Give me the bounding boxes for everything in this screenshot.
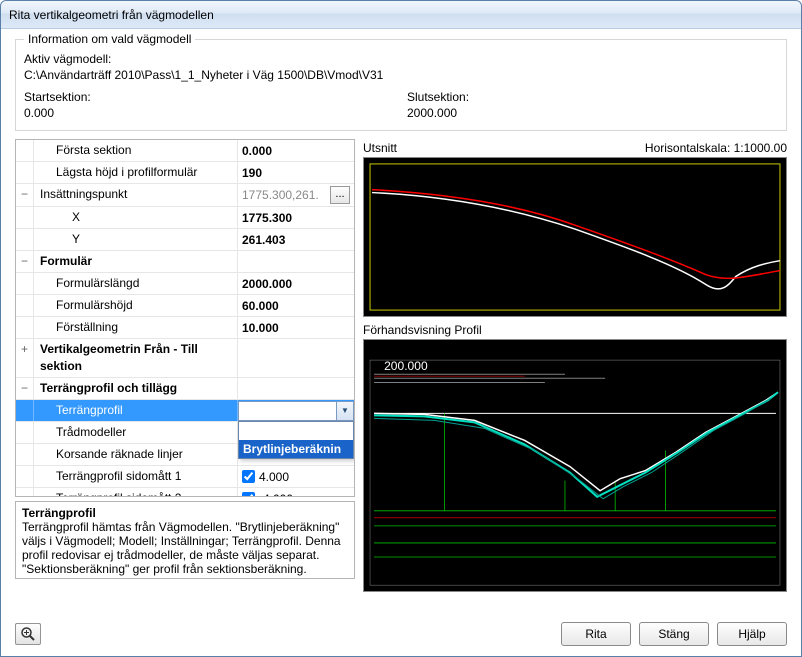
insert-point-label: Insättningspunkt (34, 184, 238, 206)
insert-point-expander[interactable]: − (16, 184, 34, 206)
active-model-label: Aktiv vägmodell: (24, 52, 778, 66)
help-button[interactable]: Hjälp (717, 622, 787, 646)
x-label: X (34, 207, 238, 228)
lowest-height-value[interactable]: 190 (238, 162, 354, 183)
preview-title: Förhandsvisning Profil (363, 323, 482, 337)
terrain-expander[interactable]: − (16, 378, 34, 399)
side2-checkbox[interactable] (242, 492, 255, 497)
info-legend: Information om vald vägmodell (24, 32, 195, 46)
startsektion-label: Startsektion: (24, 90, 395, 104)
combo-selected-text: Brytlinjeberäk (239, 402, 336, 420)
distortion-value[interactable]: 10.000 (238, 317, 354, 338)
chevron-down-icon[interactable]: ▼ (336, 402, 353, 420)
form-expander[interactable]: − (16, 251, 34, 272)
x-value[interactable]: 1775.300 (238, 207, 354, 228)
window-title: Rita vertikalgeometri från vägmodellen (9, 8, 793, 22)
form-length-label: Formulärslängd (34, 273, 238, 294)
side2-label: Terrängprofil sidomått 2 (34, 488, 238, 497)
insert-point-value[interactable]: 1775.300,261.... (238, 184, 354, 206)
vert-expander[interactable]: + (16, 339, 34, 377)
magnifier-icon (20, 626, 36, 642)
utsnitt-title: Utsnitt (363, 141, 397, 155)
help-body: Terrängprofil hämtas från Vägmodellen. "… (22, 520, 348, 576)
horiz-scale: Horisontalskala: 1:1000.00 (645, 141, 787, 155)
svg-text:200.000: 200.000 (384, 359, 428, 373)
lowest-height-label: Lägsta höjd i profilformulär (34, 162, 238, 183)
help-title: Terrängprofil (22, 506, 348, 520)
titlebar: Rita vertikalgeometri från vägmodellen (1, 1, 801, 29)
first-section-value[interactable]: 0.000 (238, 140, 354, 161)
side1-checkbox[interactable] (242, 470, 255, 483)
form-height-label: Formulärshöjd (34, 295, 238, 316)
combo-dropdown-list: Sektionsberäknin Brytlinjeberäknin (238, 421, 354, 459)
form-length-value[interactable]: 2000.000 (238, 273, 354, 294)
wire-models-label: Trådmodeller (34, 422, 238, 443)
draw-button[interactable]: Rita (561, 622, 631, 646)
y-label: Y (34, 229, 238, 250)
vert-section-header: Vertikalgeometrin Från - Till sektion (34, 339, 238, 377)
startsektion-value: 0.000 (24, 106, 395, 120)
terrain-section-header: Terrängprofil och tillägg (34, 378, 238, 399)
form-height-value[interactable]: 60.000 (238, 295, 354, 316)
terrain-profile-combo[interactable]: Brytlinjeberäk ▼ Sektionsberäknin Brytli… (238, 401, 354, 421)
side1-label: Terrängprofil sidomått 1 (34, 466, 238, 487)
terrain-profile-label[interactable]: Terrängprofil (34, 400, 238, 421)
property-grid[interactable]: Första sektion0.000 Lägsta höjd i profil… (15, 139, 355, 497)
side2-cell[interactable]: -4.000 (238, 488, 354, 497)
preview-plot[interactable]: 200.000 (363, 339, 787, 592)
zoom-button[interactable] (15, 623, 41, 645)
combo-option-sektion[interactable]: Sektionsberäknin (239, 422, 353, 440)
form-section-header: Formulär (34, 251, 238, 272)
close-button[interactable]: Stäng (639, 622, 709, 646)
utsnitt-plot[interactable] (363, 157, 787, 317)
expander-blank (16, 140, 34, 161)
info-groupbox: Information om vald vägmodell Aktiv vägm… (15, 39, 787, 131)
y-value[interactable]: 261.403 (238, 229, 354, 250)
insert-point-browse-button[interactable]: ... (330, 186, 350, 204)
active-model-value: C:\Användarträff 2010\Pass\1_1_Nyheter i… (24, 68, 778, 82)
side1-cell[interactable]: 4.000 (238, 466, 354, 487)
help-panel: Terrängprofil Terrängprofil hämtas från … (15, 501, 355, 579)
first-section-label: Första sektion (34, 140, 238, 161)
crossing-lines-label: Korsande räknade linjer (34, 444, 238, 465)
slutsektion-label: Slutsektion: (407, 90, 778, 104)
distortion-label: Förställning (34, 317, 238, 338)
combo-option-brytlinje[interactable]: Brytlinjeberäknin (239, 440, 353, 458)
slutsektion-value: 2000.000 (407, 106, 778, 120)
